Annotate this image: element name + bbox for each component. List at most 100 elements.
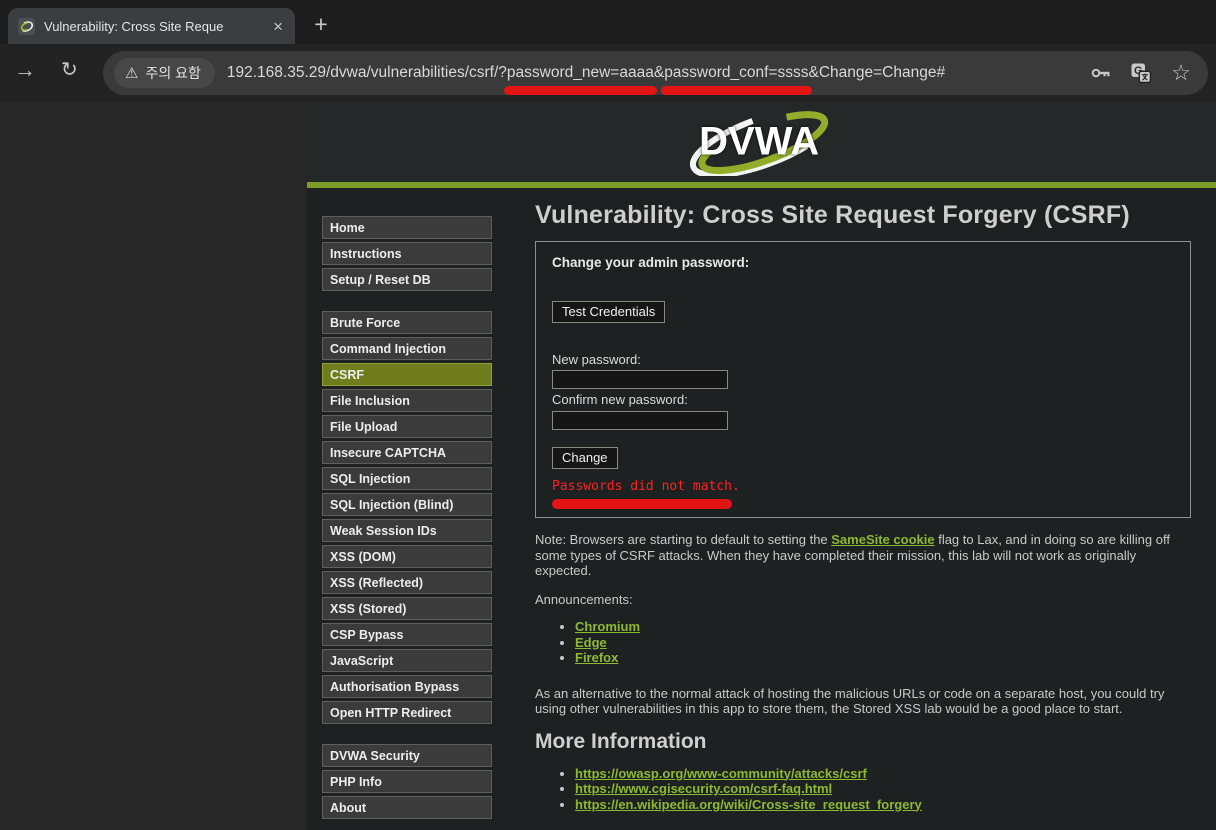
- sidebar-item-label: Insecure CAPTCHA: [330, 445, 446, 460]
- dvwa-favicon-icon: [18, 17, 35, 35]
- sidebar-item[interactable]: Weak Session IDs: [322, 519, 492, 542]
- browser-window: Vulnerability: Cross Site Reque × + → ↻ …: [0, 0, 1216, 830]
- confirm-password-label: Confirm new password:: [552, 392, 688, 407]
- tab-strip: Vulnerability: Cross Site Reque × +: [0, 0, 1216, 44]
- sidebar-item-label: DVWA Security: [330, 748, 420, 763]
- menu-group-general: Home Instructions Setup / Reset DB: [322, 216, 492, 291]
- sidebar-menu: Home Instructions Setup / Reset DB Brute…: [322, 216, 492, 830]
- sidebar-item[interactable]: XSS (Stored): [322, 597, 492, 620]
- sidebar-item[interactable]: JavaScript: [322, 649, 492, 672]
- dvwa-page: DVWA Home Instructions Setup / Reset DB …: [307, 102, 1216, 830]
- url-param-password-new: password_new=aaaa: [506, 64, 654, 81]
- sidebar-item[interactable]: PHP Info: [322, 770, 492, 793]
- tab-close-icon[interactable]: ×: [269, 16, 287, 37]
- sidebar-item[interactable]: CSRF: [322, 363, 492, 386]
- sidebar-item[interactable]: File Inclusion: [322, 389, 492, 412]
- sidebar-item[interactable]: SQL Injection (Blind): [322, 493, 492, 516]
- new-password-label: New password:: [552, 351, 641, 367]
- announcement-link[interactable]: Chromium: [575, 619, 640, 634]
- list-item: https://en.wikipedia.org/wiki/Cross-site…: [575, 797, 1191, 813]
- error-message: Passwords did not match.: [552, 478, 740, 494]
- sidebar-item[interactable]: Command Injection: [322, 337, 492, 360]
- reload-icon[interactable]: ↻: [61, 57, 78, 82]
- sidebar-item-label: Instructions: [330, 246, 402, 261]
- sidebar-item-label: Open HTTP Redirect: [330, 705, 452, 720]
- sidebar-item-label: Setup / Reset DB: [330, 272, 431, 287]
- page-title: Vulnerability: Cross Site Request Forger…: [535, 201, 1130, 229]
- browser-tab[interactable]: Vulnerability: Cross Site Reque ×: [8, 8, 295, 44]
- sidebar-item-label: SQL Injection (Blind): [330, 497, 454, 512]
- bookmark-star-icon[interactable]: ☆: [1169, 61, 1193, 85]
- samesite-note: Note: Browsers are starting to default t…: [535, 532, 1191, 579]
- list-item: https://owasp.org/www-community/attacks/…: [575, 766, 1191, 782]
- security-chip-label: 주의 요함: [145, 65, 201, 81]
- csrf-form-box: Change your admin password: Test Credent…: [535, 241, 1191, 518]
- sidebar-item[interactable]: DVWA Security: [322, 744, 492, 767]
- change-button[interactable]: Change: [552, 446, 618, 469]
- omnibox-icons: G ☆: [1089, 61, 1208, 85]
- url-separator: &: [653, 64, 665, 81]
- announcement-link[interactable]: Firefox: [575, 650, 618, 665]
- more-information-links: https://owasp.org/www-community/attacks/…: [535, 766, 1191, 813]
- list-item: Chromium: [575, 619, 1191, 635]
- new-password-input[interactable]: [552, 370, 728, 389]
- annotation-underline-error: [552, 499, 732, 509]
- warning-icon: ⚠: [125, 65, 139, 82]
- forward-icon[interactable]: →: [14, 57, 36, 83]
- password-key-icon[interactable]: [1089, 61, 1113, 85]
- list-item: https://www.cgisecurity.com/csrf-faq.htm…: [575, 781, 1191, 797]
- list-item: Edge: [575, 635, 1191, 651]
- browser-toolbar: → ↻ ⚠ 주의 요함 192.168.35.29/dvwa/vulnerabi…: [0, 44, 1216, 102]
- sidebar-item[interactable]: Insecure CAPTCHA: [322, 441, 492, 464]
- sidebar-item[interactable]: SQL Injection: [322, 467, 492, 490]
- sidebar-item[interactable]: Authorisation Bypass: [322, 675, 492, 698]
- url-post: &Change=Change#: [808, 64, 946, 81]
- tab-title: Vulnerability: Cross Site Reque: [44, 18, 224, 34]
- sidebar-item-label: File Inclusion: [330, 393, 410, 408]
- url-param-password-conf: password_conf=ssss: [664, 64, 809, 81]
- sidebar-item[interactable]: XSS (DOM): [322, 545, 492, 568]
- sidebar-item-label: CSP Bypass: [330, 627, 404, 642]
- sidebar-item[interactable]: Instructions: [322, 242, 492, 265]
- announcement-link[interactable]: Edge: [575, 635, 607, 650]
- page-background: DVWA Home Instructions Setup / Reset DB …: [0, 102, 1216, 830]
- new-tab-button[interactable]: +: [306, 10, 336, 40]
- sidebar-item-label: SQL Injection: [330, 471, 411, 486]
- samesite-cookie-link[interactable]: SameSite cookie: [831, 532, 934, 547]
- more-information-title: More Information: [535, 729, 707, 753]
- sidebar-item[interactable]: Home: [322, 216, 492, 239]
- sidebar-item-label: XSS (DOM): [330, 549, 396, 564]
- sidebar-item-label: PHP Info: [330, 774, 382, 789]
- sidebar-item[interactable]: Setup / Reset DB: [322, 268, 492, 291]
- more-info-link[interactable]: https://www.cgisecurity.com/csrf-faq.htm…: [575, 781, 832, 796]
- list-item: Firefox: [575, 650, 1191, 666]
- more-info-link[interactable]: https://owasp.org/www-community/attacks/…: [575, 766, 867, 781]
- sidebar-item[interactable]: CSP Bypass: [322, 623, 492, 646]
- translate-icon[interactable]: G: [1129, 61, 1153, 85]
- sidebar-item[interactable]: XSS (Reflected): [322, 571, 492, 594]
- alternative-note: As an alternative to the normal attack o…: [535, 685, 1165, 717]
- sidebar-item-label: About: [330, 800, 367, 815]
- sidebar-item[interactable]: About: [322, 796, 492, 819]
- sidebar-item-label: XSS (Reflected): [330, 575, 424, 590]
- dvwa-logo-text: DVWA: [699, 119, 820, 164]
- sidebar-item[interactable]: File Upload: [322, 415, 492, 438]
- url-text: 192.168.35.29/dvwa/vulnerabilities/csrf/…: [227, 64, 945, 82]
- sidebar-item-label: XSS (Stored): [330, 601, 407, 616]
- dvwa-header: DVWA: [307, 102, 1216, 182]
- main-content: Vulnerability: Cross Site Request Forger…: [535, 202, 1191, 812]
- menu-group-vulnerabilities: Brute Force Command Injection CSRF File …: [322, 311, 492, 724]
- more-info-link[interactable]: https://en.wikipedia.org/wiki/Cross-site…: [575, 797, 922, 812]
- menu-group-meta: DVWA Security PHP Info About: [322, 744, 492, 819]
- sidebar-item[interactable]: Brute Force: [322, 311, 492, 334]
- sidebar-item-label: Brute Force: [330, 315, 401, 330]
- sidebar-item-label: Weak Session IDs: [330, 523, 437, 538]
- confirm-password-input[interactable]: [552, 410, 728, 430]
- sidebar-item-label: CSRF: [330, 367, 365, 382]
- test-credentials-button[interactable]: Test Credentials: [552, 300, 666, 323]
- sidebar-item-label: File Upload: [330, 419, 398, 434]
- announcements-label: Announcements:: [535, 591, 633, 607]
- security-chip[interactable]: ⚠ 주의 요함: [114, 58, 215, 88]
- sidebar-item[interactable]: Open HTTP Redirect: [322, 701, 492, 724]
- address-bar[interactable]: ⚠ 주의 요함 192.168.35.29/dvwa/vulnerabiliti…: [103, 51, 1208, 95]
